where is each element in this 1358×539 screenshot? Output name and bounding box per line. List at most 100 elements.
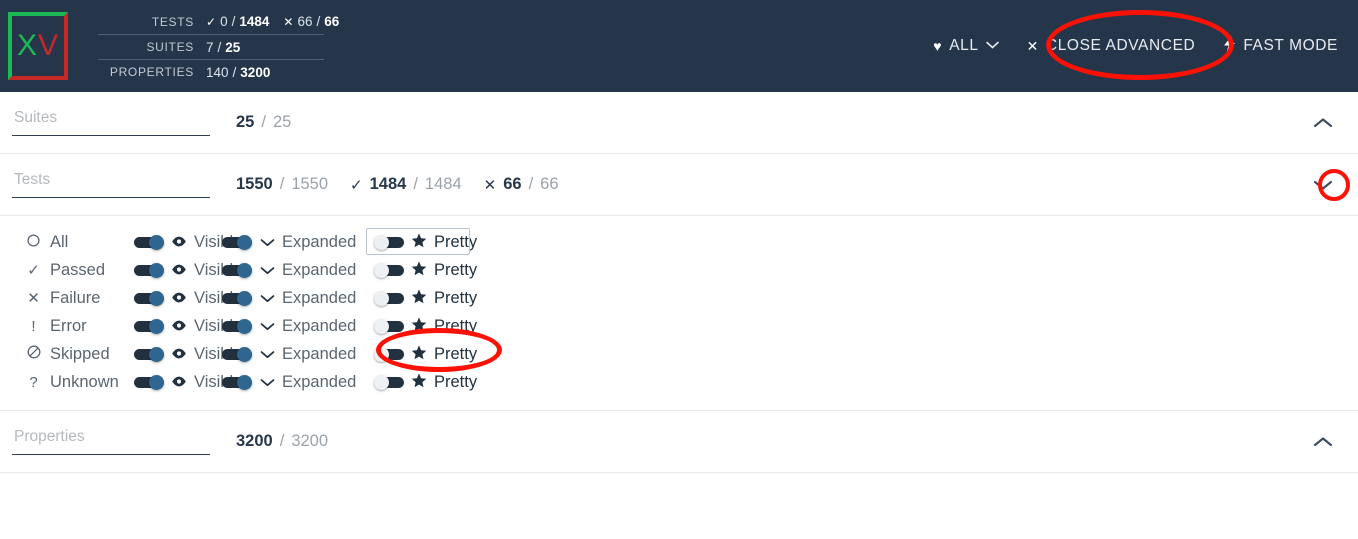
stat-properties: 140/3200 bbox=[206, 65, 270, 80]
filter-failure-visible[interactable]: Visible bbox=[134, 289, 242, 308]
chevron-up-icon bbox=[1313, 117, 1333, 129]
eye-icon bbox=[171, 290, 187, 307]
chevron-down-icon bbox=[259, 374, 275, 391]
filter-skipped-expanded-label: Expanded bbox=[282, 344, 357, 363]
eye-icon bbox=[171, 318, 187, 335]
filter-failure-expanded-toggle[interactable] bbox=[222, 291, 252, 306]
filter-unknown-expanded-toggle[interactable] bbox=[222, 375, 252, 390]
filter-error-visible[interactable]: Visible bbox=[134, 317, 242, 336]
properties-counts: 3200 / 3200 bbox=[236, 432, 1334, 451]
suites-collapse-toggle[interactable] bbox=[1310, 110, 1336, 136]
suites-count-sep: / bbox=[261, 113, 266, 131]
cross-icon: ✕ bbox=[283, 14, 294, 29]
filter-all-pretty[interactable]: Pretty bbox=[366, 227, 484, 255]
filter-unknown-pretty-toggle[interactable] bbox=[374, 375, 404, 390]
circle-icon bbox=[26, 233, 41, 251]
filter-skipped-pretty-toggle[interactable] bbox=[374, 347, 404, 362]
tests-passed-total: 1484 bbox=[424, 175, 462, 193]
suites-count-value: 25 bbox=[236, 113, 255, 131]
filter-skipped-expanded-toggle[interactable] bbox=[222, 347, 252, 362]
tests-filter-field[interactable] bbox=[12, 171, 210, 198]
eye-icon bbox=[171, 262, 187, 279]
exclamation-icon: ! bbox=[31, 317, 36, 335]
filter-skipped-expanded[interactable]: Expanded bbox=[222, 345, 374, 364]
star-icon bbox=[411, 372, 427, 392]
filter-passed-expanded[interactable]: Expanded bbox=[222, 261, 374, 280]
filter-passed-expanded-toggle[interactable] bbox=[222, 263, 252, 278]
filter-failure-expanded[interactable]: Expanded bbox=[222, 289, 374, 308]
stat-label-properties: PROPERTIES bbox=[109, 65, 194, 79]
filter-row-unknown: ? Unknown Visible Expanded Pretty bbox=[26, 368, 1358, 396]
filter-unknown-visible-toggle[interactable] bbox=[134, 375, 164, 390]
filter-error-visible-toggle[interactable] bbox=[134, 319, 164, 334]
properties-collapse-toggle[interactable] bbox=[1310, 429, 1336, 455]
filter-error-pretty[interactable]: Pretty bbox=[374, 317, 484, 336]
stat-tests-failed: ✕ 66/66 bbox=[283, 14, 339, 29]
filter-all-pretty-toggle[interactable] bbox=[374, 235, 404, 250]
filter-label-all: All bbox=[50, 232, 69, 251]
filter-all-expanded[interactable]: Expanded bbox=[222, 233, 374, 252]
filter-passed-visible-toggle[interactable] bbox=[134, 263, 164, 278]
stat-row-tests: TESTS ✓ 0/1484 ✕ 66/66 bbox=[98, 9, 339, 34]
stat-sep: / bbox=[217, 39, 222, 55]
status-filters-grid: All Visible Expanded Pretty ✓ Passed Vis… bbox=[0, 216, 1358, 411]
properties-input[interactable] bbox=[12, 428, 210, 448]
app-header: XV TESTS ✓ 0/1484 ✕ 66/66 SUITES 7/25 PR… bbox=[0, 0, 1358, 92]
filter-passed-visible[interactable]: Visible bbox=[134, 261, 242, 280]
filter-name-skipped: Skipped bbox=[26, 345, 134, 364]
filter-name-all: All bbox=[26, 233, 134, 252]
xv-logo[interactable]: XV bbox=[8, 12, 68, 80]
tests-input[interactable] bbox=[12, 171, 210, 191]
filter-failure-visible-toggle[interactable] bbox=[134, 291, 164, 306]
filter-unknown-pretty-label: Pretty bbox=[434, 372, 478, 391]
filter-all-expanded-toggle[interactable] bbox=[222, 235, 252, 250]
filter-skipped-pretty-label: Pretty bbox=[434, 344, 478, 363]
close-advanced-button[interactable]: ✕ CLOSE ADVANCED bbox=[1013, 29, 1210, 63]
advanced-filters-panel: 25 / 25 1550 / 1550 ✓ 1484 / 1484 ✕ 66 / 66 bbox=[0, 92, 1358, 473]
filter-error-expanded-toggle[interactable] bbox=[222, 319, 252, 334]
filter-error-expanded[interactable]: Expanded bbox=[222, 317, 374, 336]
filter-skipped-visible-toggle[interactable] bbox=[134, 347, 164, 362]
filter-skipped-pretty[interactable]: Pretty bbox=[374, 345, 484, 364]
properties-filter-field[interactable] bbox=[12, 428, 210, 455]
stat-tests-passed-total: 1484 bbox=[239, 14, 270, 29]
filter-unknown-visible[interactable]: Visible bbox=[134, 373, 242, 392]
star-icon bbox=[411, 288, 427, 308]
tests-section: 1550 / 1550 ✓ 1484 / 1484 ✕ 66 / 66 bbox=[0, 154, 1358, 216]
filter-skipped-visible[interactable]: Visible bbox=[134, 345, 242, 364]
filter-unknown-expanded[interactable]: Expanded bbox=[222, 373, 374, 392]
filter-unknown-pretty[interactable]: Pretty bbox=[374, 373, 484, 392]
filter-all-visible[interactable]: Visible bbox=[134, 233, 242, 252]
filter-row-skipped: Skipped Visible Expanded Pretty bbox=[26, 340, 1358, 368]
tests-count-sep: / bbox=[279, 175, 285, 193]
tests-collapse-toggle[interactable] bbox=[1310, 172, 1336, 198]
filter-passed-pretty-label: Pretty bbox=[434, 260, 478, 279]
filter-passed-pretty[interactable]: Pretty bbox=[374, 261, 484, 280]
filter-failure-pretty-label: Pretty bbox=[434, 288, 478, 307]
stat-label-suites: SUITES bbox=[146, 40, 194, 54]
filter-row-error: ! Error Visible Expanded Pretty bbox=[26, 312, 1358, 340]
star-icon bbox=[411, 344, 427, 364]
stat-label-tests: TESTS bbox=[151, 14, 194, 29]
stat-row-suites: SUITES 7/25 bbox=[98, 34, 324, 59]
suites-input[interactable] bbox=[12, 109, 210, 129]
close-icon: ✕ bbox=[1026, 37, 1039, 54]
eye-icon bbox=[171, 374, 187, 391]
check-icon: ✓ bbox=[206, 14, 217, 29]
tests-passed-sep: / bbox=[413, 175, 418, 193]
star-icon bbox=[411, 316, 427, 336]
no-entry-icon bbox=[26, 345, 41, 363]
suites-filter-field[interactable] bbox=[12, 109, 210, 136]
filter-label-passed: Passed bbox=[50, 260, 106, 279]
cross-icon: ✕ bbox=[27, 290, 40, 307]
tests-failed-total: 66 bbox=[540, 175, 559, 193]
filter-failure-pretty-toggle[interactable] bbox=[374, 291, 404, 306]
filter-all-visible-toggle[interactable] bbox=[134, 235, 164, 250]
all-filter-button[interactable]: ♥ ALL bbox=[919, 29, 1012, 63]
tests-count-passed: ✓ 1484 / 1484 bbox=[350, 175, 462, 194]
suites-counts: 25 / 25 bbox=[236, 113, 1334, 132]
filter-passed-pretty-toggle[interactable] bbox=[374, 263, 404, 278]
filter-failure-pretty[interactable]: Pretty bbox=[374, 289, 484, 308]
filter-error-pretty-toggle[interactable] bbox=[374, 319, 404, 334]
fast-mode-button[interactable]: FAST MODE bbox=[1209, 28, 1352, 64]
